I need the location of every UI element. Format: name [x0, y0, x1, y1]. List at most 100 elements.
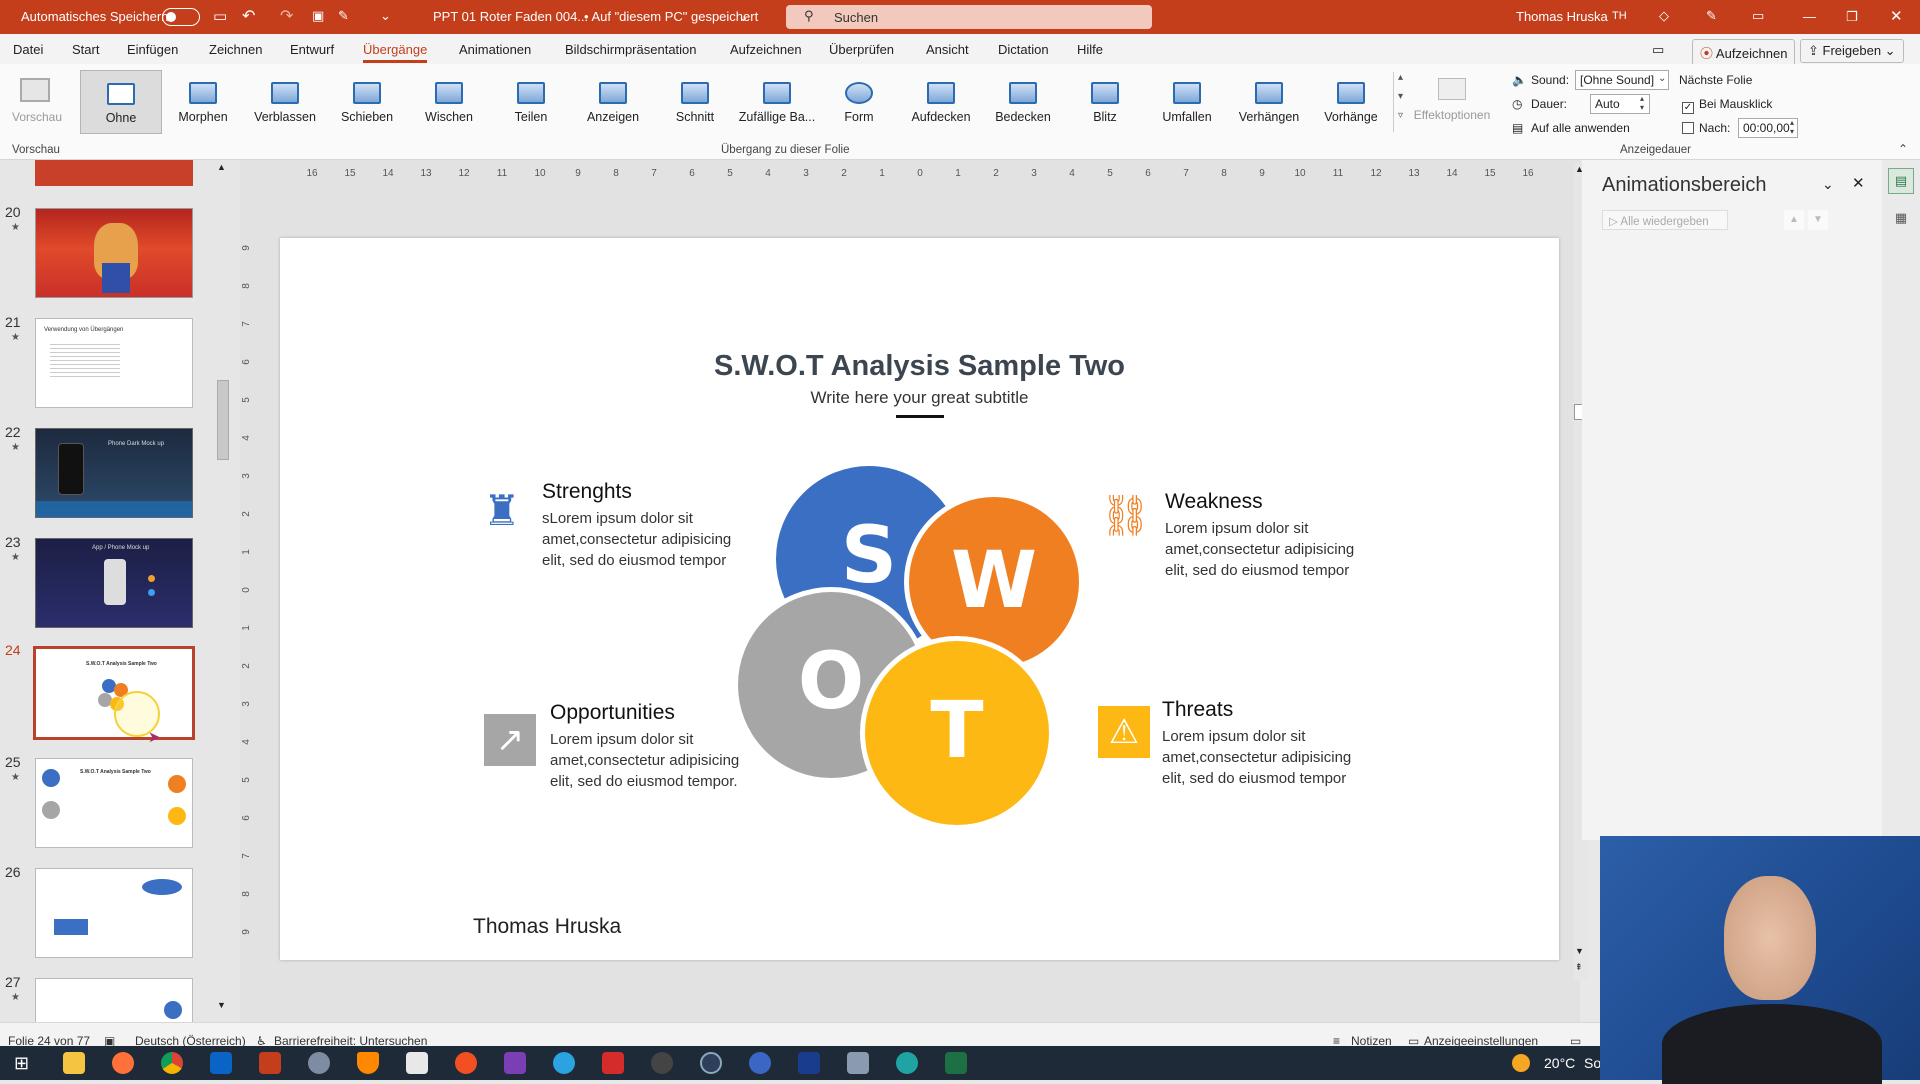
transition-blitz[interactable]: Blitz	[1064, 70, 1146, 134]
pane-close-icon[interactable]: ✕	[1852, 174, 1865, 192]
gallery-more-icon[interactable]: ▿	[1394, 110, 1407, 121]
thumbnail-slide-22[interactable]: Phone Dark Mock up	[35, 428, 193, 518]
transition-form[interactable]: Form	[818, 70, 900, 134]
thumbnail-slide-24-selected[interactable]: S.W.O.T Analysis Sample Two	[33, 646, 195, 740]
menu-start[interactable]: Start	[72, 42, 99, 57]
app-icon[interactable]	[798, 1052, 820, 1074]
swot-circle-t[interactable]: T	[860, 636, 1054, 830]
after-input[interactable]: 00:00,00	[1738, 118, 1798, 138]
onenote-icon[interactable]	[504, 1052, 526, 1074]
menu-zeichnen[interactable]: Zeichnen	[209, 42, 262, 57]
strengths-body[interactable]: sLorem ipsum dolor sit amet,consectetur …	[542, 508, 742, 571]
sound-dropdown-icon[interactable]: ⌄	[1658, 73, 1666, 84]
menu-bildschirmpraesentation[interactable]: Bildschirmpräsentation	[565, 42, 697, 57]
transition-morphen[interactable]: Morphen	[162, 70, 244, 134]
file-explorer-icon[interactable]	[63, 1052, 85, 1074]
menu-einfuegen[interactable]: Einfügen	[127, 42, 178, 57]
scrollbar-thumb[interactable]	[217, 380, 229, 460]
menu-datei[interactable]: Datei	[13, 42, 43, 57]
thumbnail-slide-21[interactable]: Verwendung von Übergängen	[35, 318, 193, 408]
after-spinner-icon[interactable]: ▴ ▾	[1790, 118, 1794, 136]
thumbnail-partial[interactable]	[35, 160, 193, 186]
customize-qat-icon[interactable]: ⌄	[380, 8, 391, 24]
menu-dictation[interactable]: Dictation	[998, 42, 1049, 57]
slide-author[interactable]: Thomas Hruska	[473, 915, 621, 939]
after-checkbox[interactable]	[1682, 122, 1694, 134]
previous-slide-icon[interactable]: ⇞	[1575, 962, 1583, 973]
transition-vorhaenge[interactable]: Vorhänge	[1310, 70, 1392, 134]
comments-icon[interactable]: ▭	[1652, 42, 1664, 58]
undo-icon[interactable]: ↶	[242, 6, 255, 26]
preview-button[interactable]: Vorschau	[12, 72, 62, 132]
apply-all-button[interactable]: Auf alle anwenden	[1531, 121, 1630, 135]
chevron-up-icon[interactable]: ▴	[1394, 72, 1407, 83]
design-ideas-icon[interactable]: ▦	[1888, 206, 1914, 232]
menu-animationen[interactable]: Animationen	[459, 42, 531, 57]
app-icon[interactable]	[847, 1052, 869, 1074]
windows-start-icon[interactable]: ⊞	[14, 1053, 29, 1074]
weakness-body[interactable]: Lorem ipsum dolor sit amet,consectetur a…	[1165, 518, 1365, 581]
transition-teilen[interactable]: Teilen	[490, 70, 572, 134]
weakness-title[interactable]: Weakness	[1165, 490, 1263, 514]
animation-pane-toggle-icon[interactable]: ▤	[1888, 168, 1914, 194]
transition-schieben[interactable]: Schieben	[326, 70, 408, 134]
share-button[interactable]: ⇪ Freigeben ⌄	[1800, 39, 1904, 63]
record-button[interactable]: ⦿ Aufzeichnen	[1692, 39, 1796, 66]
excel-icon[interactable]	[945, 1052, 967, 1074]
touch-mode-icon[interactable]: ✎	[338, 8, 349, 24]
transition-ohne[interactable]: Ohne	[80, 70, 162, 134]
slide-title[interactable]: S.W.O.T Analysis Sample Two	[280, 350, 1559, 383]
transition-bedecken[interactable]: Bedecken	[982, 70, 1064, 134]
vlc-icon[interactable]	[357, 1052, 379, 1074]
save-icon[interactable]: ▭	[213, 7, 227, 25]
save-state-chevron-icon[interactable]: ⌄	[738, 9, 749, 25]
move-down-icon[interactable]: ▼	[1808, 210, 1828, 230]
transition-aufdecken[interactable]: Aufdecken	[900, 70, 982, 134]
transition-umfallen[interactable]: Umfallen	[1146, 70, 1228, 134]
duration-spinner-icon[interactable]: ▴ ▾	[1640, 94, 1644, 112]
play-all-button[interactable]: ▷ Alle wiedergeben	[1602, 210, 1728, 230]
app-icon[interactable]	[749, 1052, 771, 1074]
redo-icon[interactable]: ↷	[280, 6, 293, 26]
strengths-title[interactable]: Strenghts	[542, 480, 632, 504]
user-avatar[interactable]: TH	[1612, 10, 1627, 22]
slide-canvas[interactable]: S.W.O.T Analysis Sample Two Write here y…	[280, 238, 1559, 960]
thumbnail-slide-26[interactable]	[35, 868, 193, 958]
menu-entwurf[interactable]: Entwurf	[290, 42, 334, 57]
thumbnail-slide-27[interactable]	[35, 978, 193, 1022]
transition-schnitt[interactable]: Schnitt	[654, 70, 736, 134]
transition-anzeigen[interactable]: Anzeigen	[572, 70, 654, 134]
app-icon[interactable]	[308, 1052, 330, 1074]
obs-icon[interactable]	[651, 1052, 673, 1074]
collapse-ribbon-icon[interactable]: ⌃	[1898, 142, 1908, 156]
menu-ansicht[interactable]: Ansicht	[926, 42, 969, 57]
weather-temperature[interactable]: 20°C	[1544, 1055, 1575, 1071]
firefox-icon[interactable]	[112, 1052, 134, 1074]
opportunities-body[interactable]: Lorem ipsum dolor sit amet,consectetur a…	[550, 729, 750, 792]
autosave-toggle[interactable]	[162, 8, 200, 26]
diamond-icon[interactable]: ◇	[1659, 8, 1669, 24]
transition-zufaellige-balken[interactable]: Zufällige Ba...	[736, 70, 818, 134]
threats-title[interactable]: Threats	[1162, 698, 1233, 722]
telegram-icon[interactable]	[553, 1052, 575, 1074]
save-state[interactable]: • Auf "diesem PC" gespeichert	[584, 9, 758, 24]
gallery-scroll[interactable]: ▴ ▾ ▿	[1393, 72, 1407, 132]
transition-verblassen[interactable]: Verblassen	[244, 70, 326, 134]
outlook-icon[interactable]	[210, 1052, 232, 1074]
pen-icon[interactable]: ✎	[1706, 8, 1717, 24]
chevron-down-icon[interactable]: ▾	[1394, 91, 1407, 102]
restore-icon[interactable]: ❐	[1846, 9, 1858, 25]
user-name[interactable]: Thomas Hruska	[1516, 9, 1608, 24]
minimize-icon[interactable]: —	[1803, 9, 1816, 24]
effect-options-button[interactable]: Effektoptionen	[1412, 72, 1492, 136]
app-icon[interactable]	[455, 1052, 477, 1074]
thumbnail-slide-20[interactable]	[35, 208, 193, 298]
app-icon[interactable]	[700, 1052, 722, 1074]
menu-uebergaenge[interactable]: Übergänge	[363, 42, 428, 63]
menu-aufzeichnen[interactable]: Aufzeichnen	[730, 42, 802, 57]
editor-scroll-down-icon[interactable]: ▼	[1575, 946, 1584, 956]
ribbon-display-icon[interactable]: ▭	[1752, 8, 1764, 24]
transition-wischen[interactable]: Wischen	[408, 70, 490, 134]
app-icon[interactable]	[602, 1052, 624, 1074]
threats-body[interactable]: Lorem ipsum dolor sit amet,consectetur a…	[1162, 726, 1362, 789]
